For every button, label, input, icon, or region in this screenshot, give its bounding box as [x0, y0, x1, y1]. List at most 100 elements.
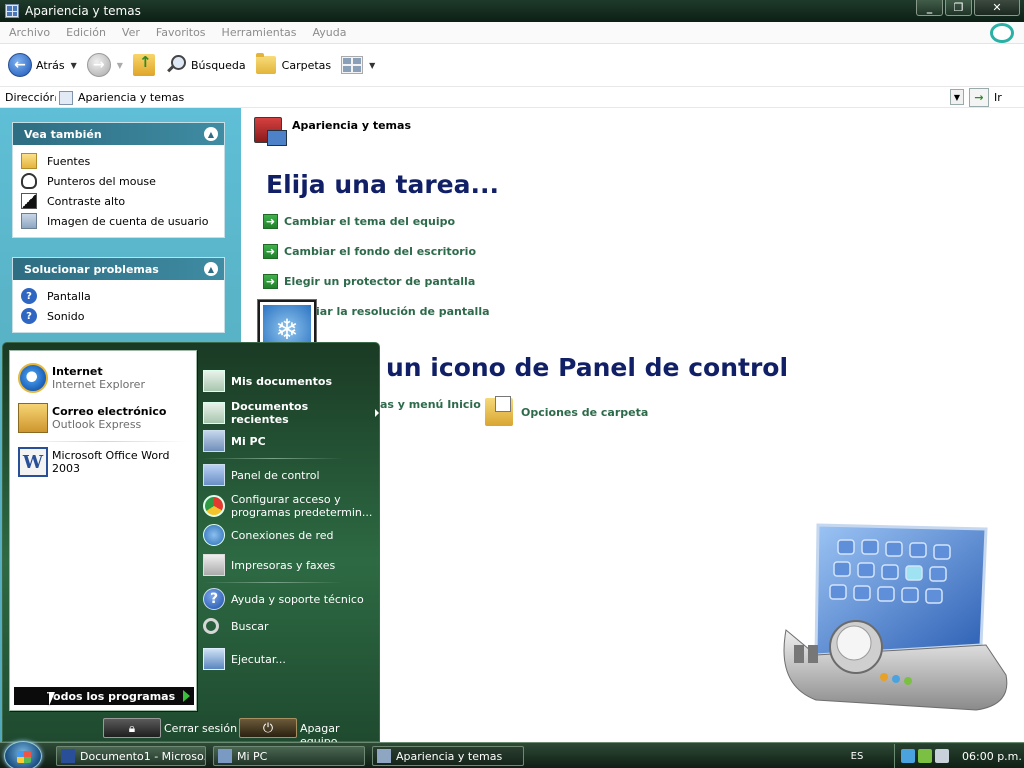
network-tray-icon[interactable]: [918, 749, 932, 763]
task-link[interactable]: ➜ Cambiar el tema del equipo: [263, 213, 455, 229]
menu-archivo[interactable]: Archivo: [9, 26, 50, 39]
word-icon: W: [18, 447, 48, 477]
run-icon: [203, 648, 225, 670]
link-contraste[interactable]: Contraste alto: [21, 191, 224, 211]
logoff-button[interactable]: 🔒︎: [103, 718, 161, 738]
task-link[interactable]: iar la resolución de pantalla: [316, 303, 490, 319]
menu-impresoras[interactable]: Impresoras y faxes: [203, 554, 335, 576]
menu-conexiones-red[interactable]: Conexiones de red: [203, 524, 334, 546]
close-button[interactable]: ✕: [974, 0, 1020, 16]
back-button[interactable]: ← Atrás ▼: [8, 53, 77, 77]
item-label: Conexiones de red: [231, 528, 334, 542]
menu-ejecutar[interactable]: Ejecutar...: [203, 648, 286, 670]
folder-up-icon: [132, 53, 155, 76]
maximize-button[interactable]: ❐: [945, 0, 972, 16]
shutdown-button[interactable]: ⏻: [239, 718, 297, 738]
pinned-email[interactable]: Correo electrónico Outlook Express: [18, 403, 166, 433]
start-button[interactable]: [4, 741, 42, 768]
menu-configurar-acceso[interactable]: Configurar acceso y programas predetermin…: [203, 493, 372, 519]
logoff-label[interactable]: Cerrar sesión: [164, 722, 237, 735]
folders-button[interactable]: Carpetas: [255, 53, 331, 74]
folders-icon: [255, 53, 276, 74]
menu-ayuda[interactable]: Ayuda: [312, 26, 346, 39]
collapse-icon[interactable]: ▲: [204, 262, 218, 276]
submenu-arrow-icon: [375, 409, 379, 417]
taskbar-apariencia[interactable]: Apariencia y temas: [372, 746, 524, 766]
task-label: Cambiar el fondo del escritorio: [284, 244, 477, 258]
address-bar: Dirección Apariencia y temas ▼ → Ir: [0, 86, 1024, 108]
task-link[interactable]: ➜ Cambiar el fondo del escritorio: [263, 243, 476, 259]
up-button[interactable]: [132, 53, 155, 76]
search-label: Búsqueda: [190, 58, 246, 72]
link-pantalla[interactable]: ? Pantalla: [21, 286, 224, 306]
volume-icon[interactable]: [935, 749, 949, 763]
recent-word[interactable]: W Microsoft Office Word 2003: [18, 447, 196, 477]
forward-button[interactable]: → ▼: [86, 53, 123, 77]
menu-favoritos[interactable]: Favoritos: [156, 26, 206, 39]
views-dropdown-icon[interactable]: ▼: [369, 61, 375, 70]
control-panel-icon: [377, 749, 391, 763]
views-icon: [341, 56, 364, 74]
cp-icon-label: as y menú Inicio: [380, 398, 481, 411]
troubleshoot-title: Solucionar problemas: [24, 262, 159, 276]
cp-icon-folder-options[interactable]: Opciones de carpeta: [485, 396, 648, 426]
item-label: Documentos recientes: [231, 400, 309, 426]
menu-ayuda[interactable]: ? Ayuda y soporte técnico: [203, 588, 364, 610]
menu-panel-de-control[interactable]: Panel de control: [203, 464, 320, 486]
separator: [203, 582, 343, 583]
go-label[interactable]: Ir: [994, 91, 1002, 104]
item-label: Ayuda y soporte técnico: [231, 592, 364, 606]
taskbar: Documento1 - Microso... Mi PC Apariencia…: [0, 741, 1024, 768]
all-programs-button[interactable]: Todos los programas: [14, 687, 194, 705]
link-imagen-cuenta[interactable]: Imagen de cuenta de usuario: [21, 211, 224, 231]
pinned-internet[interactable]: Internet Internet Explorer: [18, 363, 145, 393]
address-value: Apariencia y temas: [78, 91, 185, 104]
system-tray: 06:00 p.m.: [894, 744, 1024, 768]
task-link[interactable]: ➜ Elegir un protector de pantalla: [263, 273, 475, 289]
network-icon: [203, 524, 225, 546]
link-label: Sonido: [47, 309, 85, 323]
menu-herramientas[interactable]: Herramientas: [222, 26, 297, 39]
tray-icon[interactable]: [901, 749, 915, 763]
menu-mi-pc[interactable]: Mi PC: [203, 430, 266, 452]
menu-edicion[interactable]: Edición: [66, 26, 106, 39]
item-label: Mi PC: [231, 434, 266, 448]
control-panel-icon: [203, 464, 225, 486]
forward-arrow-icon: →: [86, 53, 111, 77]
power-icon: ⏻: [262, 720, 274, 736]
taskbar-word[interactable]: Documento1 - Microso...: [56, 746, 206, 766]
forward-dropdown-icon[interactable]: ▼: [117, 61, 123, 70]
minimize-button[interactable]: _: [916, 0, 943, 16]
search-button[interactable]: Búsqueda: [165, 55, 246, 75]
address-dropdown-icon[interactable]: ▼: [950, 89, 964, 105]
item-label: Panel de control: [231, 468, 320, 482]
contrast-icon: [21, 193, 37, 209]
mouse-cursor-icon: [49, 692, 55, 706]
menu-documentos-recientes[interactable]: Documentos recientes: [203, 400, 379, 426]
item-subtitle: Outlook Express: [52, 418, 142, 431]
troubleshoot-header[interactable]: Solucionar problemas ▲: [13, 258, 224, 280]
menu-mis-documentos[interactable]: Mis documentos: [203, 370, 332, 392]
see-also-header[interactable]: Vea también ▲: [13, 123, 224, 145]
menu-ver[interactable]: Ver: [122, 26, 140, 39]
link-label: Imagen de cuenta de usuario: [47, 214, 209, 228]
control-panel-illustration-icon: [783, 523, 1008, 711]
link-fuentes[interactable]: Fuentes: [21, 151, 224, 171]
menu-buscar[interactable]: Buscar: [203, 618, 269, 634]
address-field[interactable]: Apariencia y temas: [54, 88, 964, 107]
task-label: iar la resolución de pantalla: [316, 304, 490, 318]
item-label: Ejecutar...: [231, 652, 286, 666]
link-punteros[interactable]: Punteros del mouse: [21, 171, 224, 191]
go-button[interactable]: →: [969, 88, 989, 107]
collapse-icon[interactable]: ▲: [204, 127, 218, 141]
appearance-themes-icon: [254, 117, 287, 146]
cp-icon-taskbar[interactable]: as y menú Inicio: [380, 398, 481, 411]
taskbar-mi-pc[interactable]: Mi PC: [213, 746, 365, 766]
link-label: Pantalla: [47, 289, 91, 303]
language-indicator[interactable]: ES: [846, 747, 868, 765]
back-dropdown-icon[interactable]: ▼: [71, 61, 77, 70]
views-button[interactable]: ▼: [341, 56, 375, 74]
link-sonido[interactable]: ? Sonido: [21, 306, 224, 326]
clock[interactable]: 06:00 p.m.: [962, 750, 1022, 763]
link-label: Contraste alto: [47, 194, 126, 208]
